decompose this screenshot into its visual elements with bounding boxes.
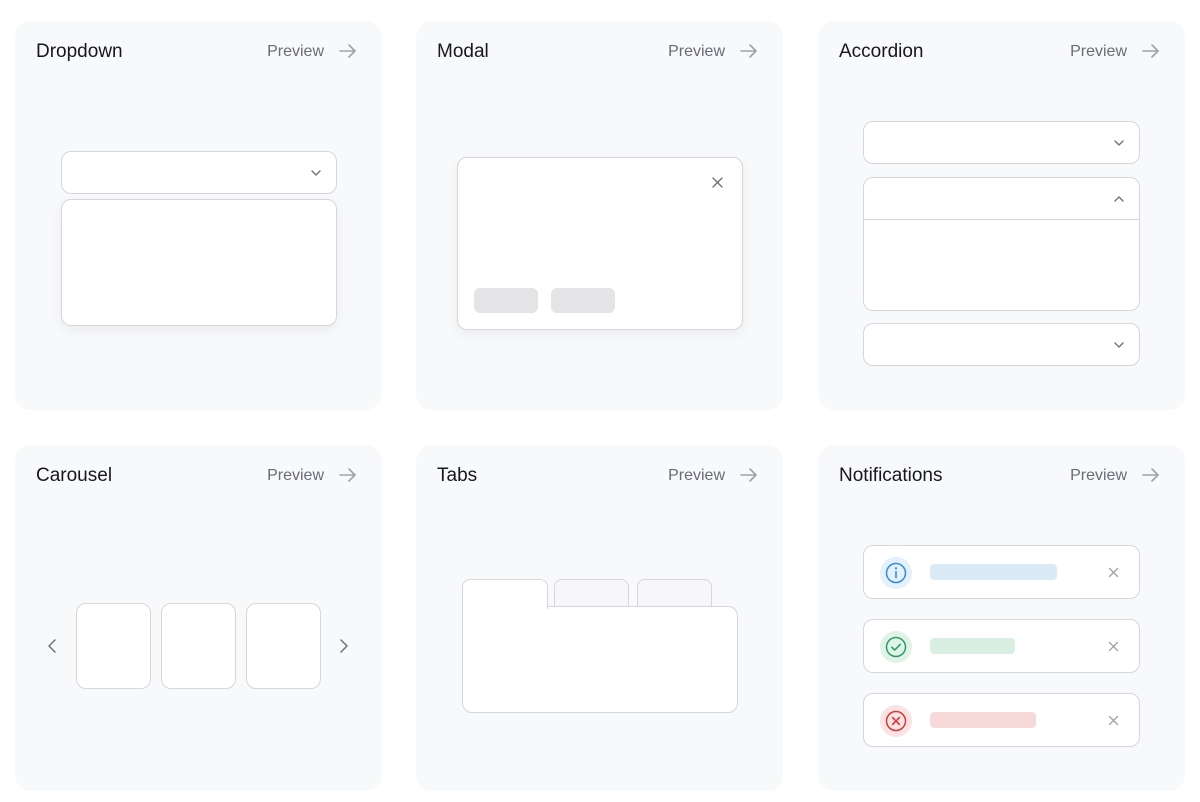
modal-window [457, 157, 743, 330]
info-icon [880, 557, 912, 589]
chevron-right-icon[interactable] [338, 638, 350, 654]
tab-inactive[interactable] [637, 579, 712, 609]
tab-active-joint [463, 606, 547, 609]
arrow-right-icon[interactable] [338, 465, 358, 485]
tab-panel [462, 606, 738, 713]
notification-error [863, 693, 1140, 747]
preview-link[interactable]: Preview [1070, 465, 1127, 487]
dropdown-trigger[interactable] [61, 151, 337, 194]
modal-button-placeholder[interactable] [474, 288, 538, 313]
tab-inactive[interactable] [554, 579, 629, 609]
carousel-slide [246, 603, 321, 689]
card-notifications: Notifications Preview [818, 445, 1185, 791]
card-title: Tabs [437, 465, 478, 486]
chevron-down-icon [1114, 140, 1124, 146]
carousel-slide [161, 603, 236, 689]
close-icon[interactable] [1108, 567, 1119, 578]
notification-text-placeholder [930, 712, 1036, 728]
card-title: Dropdown [36, 41, 123, 62]
dropdown-menu [61, 199, 337, 326]
chevron-left-icon[interactable] [46, 638, 58, 654]
preview-link[interactable]: Preview [668, 41, 725, 63]
modal-button-placeholder[interactable] [551, 288, 615, 313]
card-title: Accordion [839, 41, 924, 62]
notification-text-placeholder [930, 564, 1057, 580]
card-tabs: Tabs Preview [416, 445, 783, 791]
card-accordion: Accordion Preview [818, 21, 1185, 410]
card-dropdown: Dropdown Preview [15, 21, 382, 410]
accordion-item[interactable] [863, 323, 1140, 366]
arrow-right-icon[interactable] [338, 41, 358, 61]
chevron-down-icon [1114, 342, 1124, 348]
divider [864, 219, 1139, 220]
preview-link[interactable]: Preview [267, 465, 324, 487]
chevron-down-icon [311, 170, 321, 176]
check-circle-icon [880, 631, 912, 663]
preview-link[interactable]: Preview [267, 41, 324, 63]
tab-active[interactable] [462, 579, 548, 609]
notification-text-placeholder [930, 638, 1015, 654]
carousel-slide [76, 603, 151, 689]
accordion-item[interactable] [863, 121, 1140, 164]
close-icon[interactable] [1108, 715, 1119, 726]
preview-link[interactable]: Preview [668, 465, 725, 487]
accordion-item-expanded[interactable] [863, 177, 1140, 311]
close-icon[interactable] [711, 176, 724, 189]
card-title: Carousel [36, 465, 113, 486]
card-title: Modal [437, 41, 489, 62]
arrow-right-icon[interactable] [739, 41, 759, 61]
arrow-right-icon[interactable] [1141, 465, 1161, 485]
preview-link[interactable]: Preview [1070, 41, 1127, 63]
notification-info [863, 545, 1140, 599]
notification-success [863, 619, 1140, 673]
chevron-up-icon [1114, 196, 1124, 202]
card-carousel: Carousel Preview [15, 445, 382, 791]
x-circle-icon [880, 705, 912, 737]
card-title: Notifications [839, 465, 943, 486]
arrow-right-icon[interactable] [1141, 41, 1161, 61]
arrow-right-icon[interactable] [739, 465, 759, 485]
card-modal: Modal Preview [416, 21, 783, 410]
close-icon[interactable] [1108, 641, 1119, 652]
